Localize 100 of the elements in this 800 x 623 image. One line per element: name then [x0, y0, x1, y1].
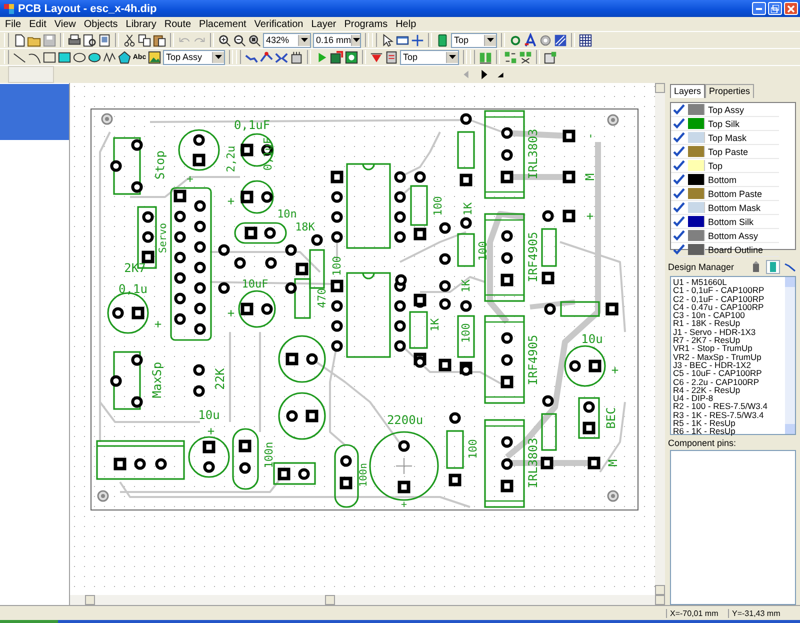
layer-list-row[interactable]: Board Outline [671, 243, 779, 257]
copy-icon[interactable] [137, 32, 152, 48]
menu-item[interactable]: Programs [340, 18, 392, 30]
zoom-fit-icon[interactable] [247, 32, 262, 48]
zoom-in-icon[interactable] [217, 32, 232, 48]
ring-icon[interactable] [538, 32, 553, 48]
scrollbar[interactable] [785, 277, 795, 434]
close-button[interactable] [784, 2, 798, 15]
layer-list-row[interactable]: Top Assy [671, 103, 779, 117]
menu-item[interactable]: View [50, 18, 80, 30]
layer-dropdown[interactable]: Top [451, 32, 497, 48]
checkmark-icon[interactable] [673, 160, 685, 171]
layer-list-row[interactable]: Bottom Assy [671, 229, 779, 243]
component-list-item[interactable]: J3 - BEC - HDR-1X2 [673, 360, 785, 370]
layer-list-row[interactable]: Bottom Paste [671, 187, 779, 201]
grid-icon[interactable] [578, 32, 593, 48]
track-width-dropdown[interactable]: 0.16 mm [313, 32, 361, 48]
scissors-icon[interactable] [122, 32, 137, 48]
menu-item[interactable]: Route [160, 18, 196, 30]
component-list-item[interactable]: C1 - 0,1uF - CAP100RP [673, 286, 785, 295]
checkmark-icon[interactable] [673, 146, 685, 157]
component-list-item[interactable]: C4 - 0.47u - CAP100RP [673, 302, 785, 312]
close-icon[interactable] [787, 4, 795, 12]
checkmark-icon[interactable] [673, 188, 685, 199]
component-list-item[interactable]: U1 - M51660L [673, 278, 785, 286]
filled-rectangle-icon[interactable] [57, 50, 72, 64]
checkmark-icon[interactable] [673, 202, 685, 213]
checkmark-icon[interactable] [673, 244, 685, 255]
component-list-item[interactable]: R2 - 100 - RES-7.5/W3.4 [673, 402, 785, 411]
image-icon[interactable] [147, 50, 162, 64]
panel-tab[interactable]: Properties [705, 84, 754, 98]
component-list-item[interactable]: C5 - 10uF - CAP100RP [673, 369, 785, 378]
wire-icon[interactable] [784, 261, 796, 273]
vertical-scrollbar[interactable] [655, 83, 665, 595]
board-check-icon[interactable] [344, 50, 359, 64]
minimize-icon[interactable] [756, 8, 762, 10]
layer-list-row[interactable]: Top Silk [671, 117, 779, 131]
menu-item[interactable]: Objects [80, 18, 122, 30]
menu-item[interactable]: Edit [25, 18, 50, 30]
checkmark-icon[interactable] [673, 118, 685, 129]
component-list-item[interactable]: R1 - 18K - ResUp [673, 319, 785, 328]
component-list-item[interactable]: C6 - 2.2u - CAP100RP [673, 378, 785, 386]
layer-list-row[interactable]: Bottom Mask [671, 201, 779, 215]
caret-icon[interactable] [449, 55, 456, 59]
component-list-item[interactable]: VR2 - MaxSp - TrumUp [673, 352, 785, 361]
zoom-dropdown[interactable]: 432% [263, 32, 311, 48]
zoom-out-icon[interactable] [232, 32, 247, 48]
chip-icon[interactable] [766, 260, 780, 274]
component-icon[interactable] [750, 261, 762, 273]
caret-icon[interactable] [487, 38, 494, 42]
menu-item[interactable]: Library [122, 18, 160, 30]
caret-icon[interactable] [352, 38, 360, 42]
layer-list-row[interactable]: Top Mask [671, 131, 779, 145]
restore-button[interactable] [768, 2, 782, 15]
caret-icon[interactable] [215, 55, 222, 59]
polygon-icon[interactable] [117, 50, 132, 64]
minimize-button[interactable] [752, 2, 766, 15]
layer-list-row[interactable]: Bottom Silk [671, 215, 779, 229]
checkmark-icon[interactable] [673, 174, 685, 185]
arc-letter-icon[interactable] [523, 32, 538, 48]
menu-item[interactable]: Placement [195, 18, 250, 30]
layer-list-row[interactable]: Bottom [671, 173, 779, 187]
menu-item[interactable]: Layer [307, 18, 340, 30]
clipboard-icon[interactable] [152, 32, 167, 48]
board-export-icon[interactable] [543, 50, 558, 64]
caret-icon[interactable] [301, 38, 308, 42]
component-list-item[interactable]: VR1 - Stop - TrumUp [673, 344, 785, 353]
layer-list-row[interactable]: Top [671, 159, 779, 173]
menu-item[interactable]: File [1, 18, 26, 30]
polyline-icon[interactable] [102, 50, 117, 64]
rectangle-icon[interactable] [42, 50, 57, 64]
printer-icon[interactable] [67, 32, 82, 48]
sheet-icon[interactable] [97, 32, 112, 48]
component-list-item[interactable]: R5 - 1K - ResUp [673, 419, 785, 428]
checkmark-icon[interactable] [673, 216, 685, 227]
component-list-item[interactable]: C3 - 10n - CAP100 [673, 311, 785, 320]
checkmark-icon[interactable] [673, 230, 685, 241]
component-list-item[interactable]: J1 - Servo - HDR-1X3 [673, 328, 785, 336]
layer-dropdown[interactable]: Top [400, 50, 459, 64]
layer-dropdown[interactable]: Top Assy [163, 50, 225, 64]
swap-cross-icon[interactable] [518, 50, 533, 64]
menu-item[interactable]: Help [392, 18, 420, 30]
component-list-item[interactable]: U4 - DIP-8 [673, 394, 785, 402]
component-list-item[interactable]: R6 - 1K - ResUp [673, 427, 785, 436]
checkmark-icon[interactable] [673, 104, 685, 115]
drc-report-icon[interactable] [384, 50, 399, 64]
component-list-item[interactable]: R3 - 1K - RES-7.5/W3.4 [673, 410, 785, 420]
menu-item[interactable]: Verification [250, 18, 308, 30]
component-list-item[interactable]: R7 - 2K7 - ResUp [673, 336, 785, 344]
page-magnifier-icon[interactable] [82, 32, 97, 48]
checkmark-icon[interactable] [673, 132, 685, 143]
restore-icon[interactable] [771, 4, 779, 12]
component-list-item[interactable]: R4 - 22K - ResUp [673, 386, 785, 394]
horizontal-scrollbar[interactable] [85, 595, 665, 605]
panel-tab[interactable]: Layers [670, 84, 706, 98]
route-edit-icon[interactable] [259, 50, 274, 64]
component-list-item[interactable]: C2 - 0,1uF - CAP100RP [673, 294, 785, 303]
route-chip-icon[interactable] [289, 50, 304, 64]
crosshair-icon[interactable] [410, 32, 425, 48]
layer-list-row[interactable]: Top Paste [671, 145, 779, 159]
